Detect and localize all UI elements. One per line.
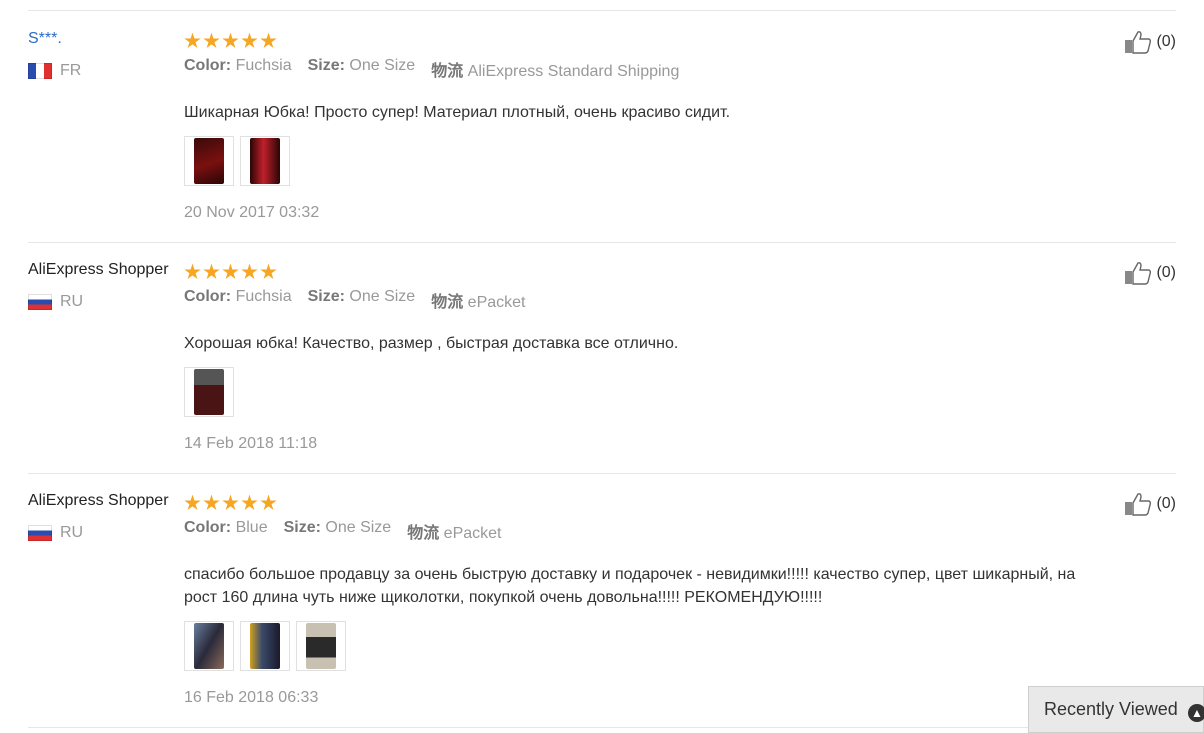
size-value: One Size — [325, 519, 392, 536]
color-label: Color: — [184, 57, 232, 74]
flag-fr-icon — [28, 63, 52, 79]
country-code: FR — [60, 62, 82, 79]
star-icon — [260, 32, 277, 48]
reviewer-name: AliExpress Shopper — [28, 261, 169, 278]
star-icon — [241, 494, 258, 510]
star-icon — [203, 263, 220, 279]
helpful-count: (0) — [1156, 33, 1176, 50]
review-item: S***. FR Color: Fuchsia Size: One Size 物… — [28, 30, 1176, 243]
reviewer-country: RU — [28, 293, 83, 311]
color-label: Color: — [184, 519, 232, 536]
star-icon — [260, 494, 277, 510]
order-attributes: Color: Fuchsia Size: One Size 物流 AliExpr… — [184, 57, 1104, 81]
star-icon — [222, 494, 239, 510]
review-photo[interactable] — [184, 621, 234, 671]
shipping-value: AliExpress Standard Shipping — [467, 63, 680, 80]
flag-ru-icon — [28, 525, 52, 541]
rating-stars — [184, 261, 1104, 283]
color-value: Blue — [235, 519, 268, 536]
review-photo[interactable] — [184, 136, 234, 186]
shipping-value: ePacket — [467, 294, 526, 311]
review-text: спасибо большое продавцу за очень быстру… — [184, 566, 1076, 606]
rating-stars — [184, 30, 1104, 52]
star-icon — [241, 263, 258, 279]
flag-ru-icon — [28, 294, 52, 310]
review-text: Шикарная Юбка! Просто супер! Материал пл… — [184, 104, 731, 121]
order-attributes: Color: Fuchsia Size: One Size 物流 ePacket — [184, 288, 1104, 312]
size-value: One Size — [349, 57, 416, 74]
helpful-button[interactable]: (0) — [1124, 261, 1176, 285]
star-icon — [184, 263, 201, 279]
shipping-value: ePacket — [443, 525, 502, 542]
rating-stars — [184, 492, 1104, 514]
thumbs-up-icon[interactable] — [1124, 492, 1152, 516]
review-date: 16 Feb 2018 06:33 — [184, 689, 319, 706]
star-icon — [222, 263, 239, 279]
review-text: Хорошая юбка! Качество, размер , быстрая… — [184, 335, 679, 352]
order-attributes: Color: Blue Size: One Size 物流 ePacket — [184, 519, 1104, 543]
review-photo[interactable] — [184, 367, 234, 417]
review-photos — [184, 136, 1104, 186]
helpful-count: (0) — [1156, 495, 1176, 512]
helpful-count: (0) — [1156, 264, 1176, 281]
review-photo[interactable] — [296, 621, 346, 671]
star-icon — [184, 32, 201, 48]
shipping-label: 物流 — [431, 63, 464, 80]
star-icon — [203, 494, 220, 510]
review-date: 14 Feb 2018 11:18 — [184, 435, 318, 452]
reviewer-country: RU — [28, 524, 83, 542]
review-photo[interactable] — [240, 136, 290, 186]
star-icon — [241, 32, 258, 48]
review-photo[interactable] — [240, 621, 290, 671]
reviewer-country: FR — [28, 62, 81, 80]
chevron-up-icon[interactable]: ▲ — [1188, 704, 1204, 722]
reviewer-name[interactable]: S***. — [28, 30, 62, 48]
color-value: Fuchsia — [235, 57, 292, 74]
review-photos — [184, 367, 1104, 417]
country-code: RU — [60, 524, 84, 541]
thumbs-up-icon[interactable] — [1124, 261, 1152, 285]
size-label: Size: — [307, 57, 345, 74]
helpful-button[interactable]: (0) — [1124, 492, 1176, 516]
review-date: 20 Nov 2017 03:32 — [184, 204, 320, 221]
review-item: AliExpress Shopper RU Color: Fuchsia Siz… — [28, 261, 1176, 474]
color-value: Fuchsia — [235, 288, 292, 305]
star-icon — [184, 494, 201, 510]
reviewer-name: AliExpress Shopper — [28, 492, 169, 509]
star-icon — [203, 32, 220, 48]
star-icon — [222, 32, 239, 48]
helpful-button[interactable]: (0) — [1124, 30, 1176, 54]
recently-viewed-label: Recently Viewed — [1044, 699, 1178, 719]
star-icon — [260, 263, 277, 279]
shipping-label: 物流 — [407, 525, 440, 542]
review-item: AliExpress Shopper RU Color: Blue Size: … — [28, 492, 1176, 728]
recently-viewed-tab[interactable]: Recently Viewed ▲ — [1028, 686, 1204, 733]
size-label: Size: — [283, 519, 321, 536]
review-photos — [184, 621, 1104, 671]
size-value: One Size — [349, 288, 416, 305]
size-label: Size: — [307, 288, 345, 305]
shipping-label: 物流 — [431, 294, 464, 311]
color-label: Color: — [184, 288, 232, 305]
top-divider — [28, 10, 1176, 11]
country-code: RU — [60, 293, 84, 310]
thumbs-up-icon[interactable] — [1124, 30, 1152, 54]
